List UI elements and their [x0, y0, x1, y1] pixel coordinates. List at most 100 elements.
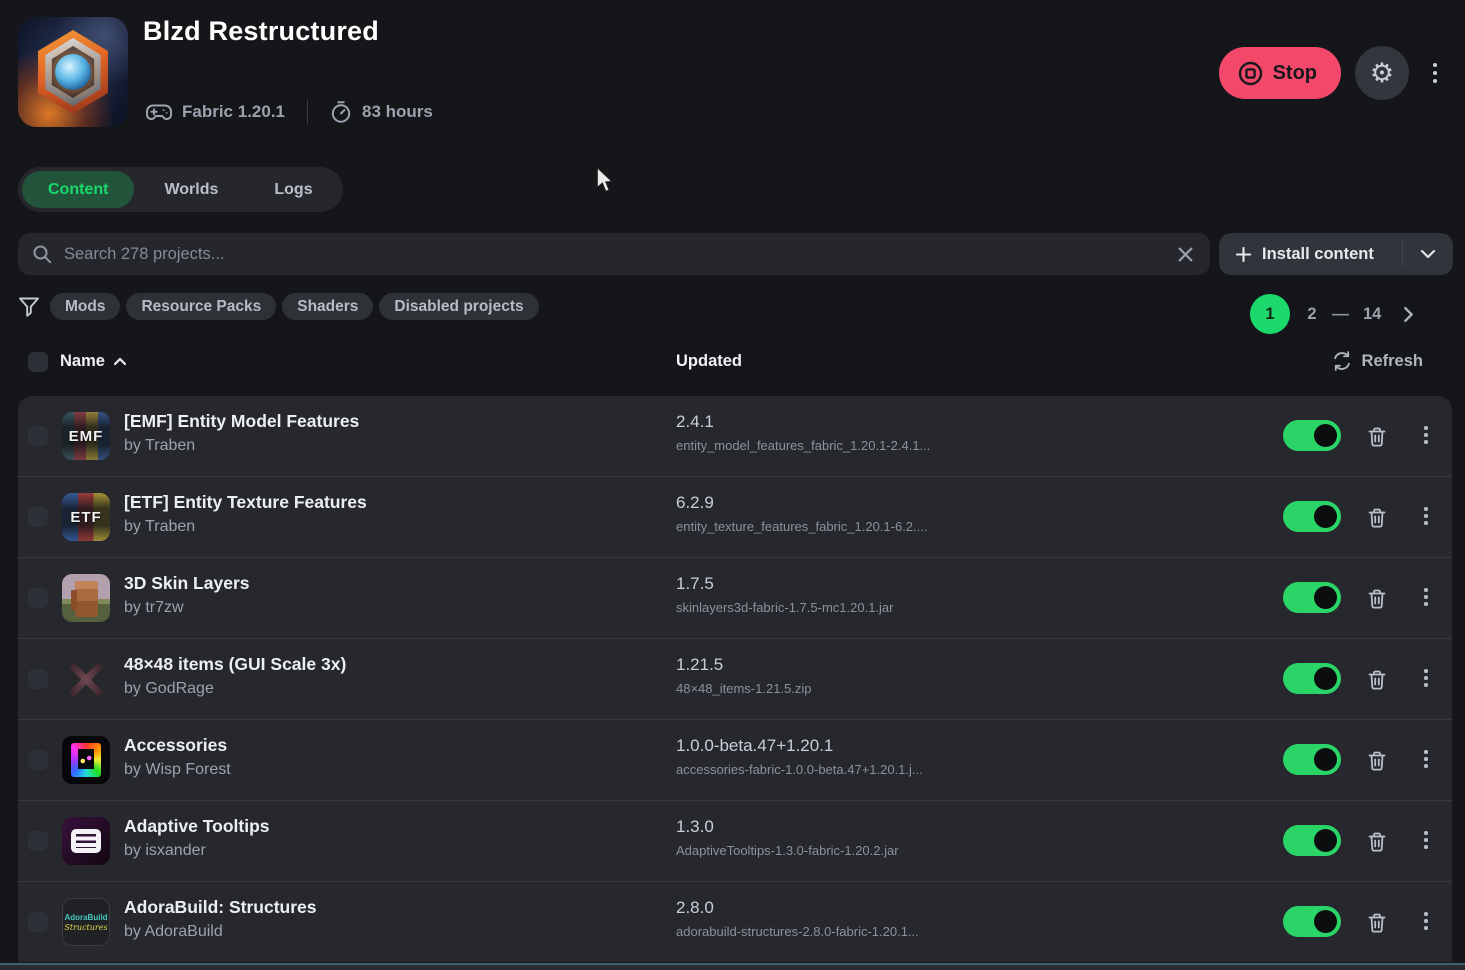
mod-name-block: AdoraBuild: Structures by AdoraBuild	[124, 897, 317, 941]
row-checkbox[interactable]	[28, 831, 48, 851]
mod-name[interactable]: Adaptive Tooltips	[124, 816, 270, 837]
mod-author[interactable]: by GodRage	[124, 680, 346, 698]
row-menu-kebab-icon[interactable]	[1416, 746, 1436, 772]
page-1-button[interactable]: 1	[1250, 294, 1290, 334]
filter-chip-mods[interactable]: Mods	[50, 293, 120, 320]
mod-name[interactable]: AdoraBuild: Structures	[124, 897, 317, 918]
toggle-knob	[1314, 424, 1337, 447]
table-row[interactable]: 48×48 items (GUI Scale 3x) by GodRage 1.…	[18, 638, 1452, 719]
instance-menu-kebab-icon[interactable]	[1423, 55, 1447, 91]
trash-icon[interactable]	[1365, 910, 1389, 936]
trash-icon[interactable]	[1365, 748, 1389, 774]
mod-icon-text: AdoraBuild	[64, 913, 107, 922]
toggle-knob	[1314, 829, 1337, 852]
search-input[interactable]	[62, 244, 1165, 265]
filter-chip-shaders[interactable]: Shaders	[282, 293, 373, 320]
mod-updated-block: 2.8.0 adorabuild-structures-2.8.0-fabric…	[676, 898, 919, 939]
toggle-knob	[1314, 667, 1337, 690]
row-menu-kebab-icon[interactable]	[1416, 584, 1436, 610]
mod-name[interactable]: [ETF] Entity Texture Features	[124, 492, 367, 513]
tab-worlds[interactable]: Worlds	[138, 171, 244, 208]
row-checkbox[interactable]	[28, 426, 48, 446]
row-checkbox[interactable]	[28, 507, 48, 527]
column-header-name[interactable]: Name	[60, 352, 127, 371]
mod-filename: 48×48_items-1.21.5.zip	[676, 681, 812, 696]
table-row[interactable]: ETF [ETF] Entity Texture Features by Tra…	[18, 476, 1452, 557]
mod-filename: skinlayers3d-fabric-1.7.5-mc1.20.1.jar	[676, 600, 893, 615]
filter-chip-resource-packs[interactable]: Resource Packs	[126, 293, 276, 320]
mod-author[interactable]: by isxander	[124, 842, 270, 860]
row-menu-kebab-icon[interactable]	[1416, 908, 1436, 934]
pack-meta: Fabric 1.20.1 83 hours	[146, 100, 433, 124]
next-page-chevron-icon[interactable]	[1399, 302, 1418, 327]
row-checkbox[interactable]	[28, 750, 48, 770]
tab-logs[interactable]: Logs	[248, 171, 338, 208]
mod-filename: entity_model_features_fabric_1.20.1-2.4.…	[676, 438, 930, 453]
next-row-partial	[0, 963, 1465, 970]
table-row[interactable]: Accessories by Wisp Forest 1.0.0-beta.47…	[18, 719, 1452, 800]
table-row[interactable]: Adaptive Tooltips by isxander 1.3.0 Adap…	[18, 800, 1452, 881]
row-checkbox[interactable]	[28, 912, 48, 932]
search-bar[interactable]	[18, 233, 1210, 275]
enable-toggle[interactable]	[1283, 501, 1341, 532]
mod-icon-3d-skin-layers	[62, 574, 110, 622]
select-all-checkbox[interactable]	[28, 352, 48, 372]
trash-icon[interactable]	[1365, 424, 1389, 450]
mod-name-block: Accessories by Wisp Forest	[124, 735, 231, 779]
mod-name[interactable]: 48×48 items (GUI Scale 3x)	[124, 654, 346, 675]
column-header-updated[interactable]: Updated	[676, 352, 742, 371]
row-menu-kebab-icon[interactable]	[1416, 422, 1436, 448]
toggle-knob	[1314, 910, 1337, 933]
mod-icon-adaptive-tooltips	[62, 817, 110, 865]
clear-search-icon[interactable]	[1175, 244, 1196, 265]
settings-button[interactable]: ⚙	[1355, 46, 1409, 100]
trash-icon[interactable]	[1365, 667, 1389, 693]
mod-version: 2.8.0	[676, 898, 919, 918]
filter-funnel-icon[interactable]	[18, 296, 40, 324]
install-dropdown-button[interactable]	[1402, 241, 1453, 267]
row-checkbox[interactable]	[28, 588, 48, 608]
mod-name[interactable]: Accessories	[124, 735, 231, 756]
mod-author[interactable]: by AdoraBuild	[124, 923, 317, 941]
trash-icon[interactable]	[1365, 829, 1389, 855]
filter-chip-disabled-projects[interactable]: Disabled projects	[379, 293, 538, 320]
mod-name-block: 3D Skin Layers by tr7zw	[124, 573, 249, 617]
mod-version: 1.7.5	[676, 574, 893, 594]
page-2-button[interactable]: 2	[1300, 304, 1324, 325]
mod-author[interactable]: by Wisp Forest	[124, 761, 231, 779]
mod-name[interactable]: 3D Skin Layers	[124, 573, 249, 594]
install-content-label: Install content	[1262, 245, 1374, 264]
enable-toggle[interactable]	[1283, 582, 1341, 613]
mod-icon-crossed-swords	[62, 655, 110, 703]
enable-toggle[interactable]	[1283, 663, 1341, 694]
refresh-button[interactable]: Refresh	[1325, 349, 1429, 373]
install-content-button[interactable]: Install content	[1219, 233, 1453, 275]
trash-icon[interactable]	[1365, 505, 1389, 531]
tab-bar: Content Worlds Logs	[18, 167, 343, 212]
table-row[interactable]: AdoraBuild Structures AdoraBuild: Struct…	[18, 881, 1452, 962]
stop-button-label: Stop	[1273, 62, 1317, 85]
mod-author[interactable]: by tr7zw	[124, 599, 249, 617]
mod-author[interactable]: by Traben	[124, 518, 367, 536]
install-content-main[interactable]: Install content	[1219, 245, 1402, 264]
stop-button[interactable]: Stop	[1219, 47, 1341, 99]
tab-content[interactable]: Content	[22, 171, 134, 208]
row-checkbox[interactable]	[28, 669, 48, 689]
enable-toggle[interactable]	[1283, 906, 1341, 937]
trash-icon[interactable]	[1365, 586, 1389, 612]
table-row[interactable]: EMF [EMF] Entity Model Features by Trabe…	[18, 396, 1452, 476]
row-menu-kebab-icon[interactable]	[1416, 665, 1436, 691]
name-column-label: Name	[60, 352, 105, 371]
page-14-button[interactable]: 14	[1357, 304, 1387, 325]
mod-updated-block: 2.4.1 entity_model_features_fabric_1.20.…	[676, 412, 930, 453]
row-menu-kebab-icon[interactable]	[1416, 503, 1436, 529]
table-row[interactable]: 3D Skin Layers by tr7zw 1.7.5 skinlayers…	[18, 557, 1452, 638]
row-menu-kebab-icon[interactable]	[1416, 827, 1436, 853]
plus-icon	[1235, 246, 1252, 263]
enable-toggle[interactable]	[1283, 825, 1341, 856]
mod-name[interactable]: [EMF] Entity Model Features	[124, 411, 359, 432]
enable-toggle[interactable]	[1283, 420, 1341, 451]
mod-author[interactable]: by Traben	[124, 437, 359, 455]
enable-toggle[interactable]	[1283, 744, 1341, 775]
mod-filename: accessories-fabric-1.0.0-beta.47+1.20.1.…	[676, 762, 923, 777]
